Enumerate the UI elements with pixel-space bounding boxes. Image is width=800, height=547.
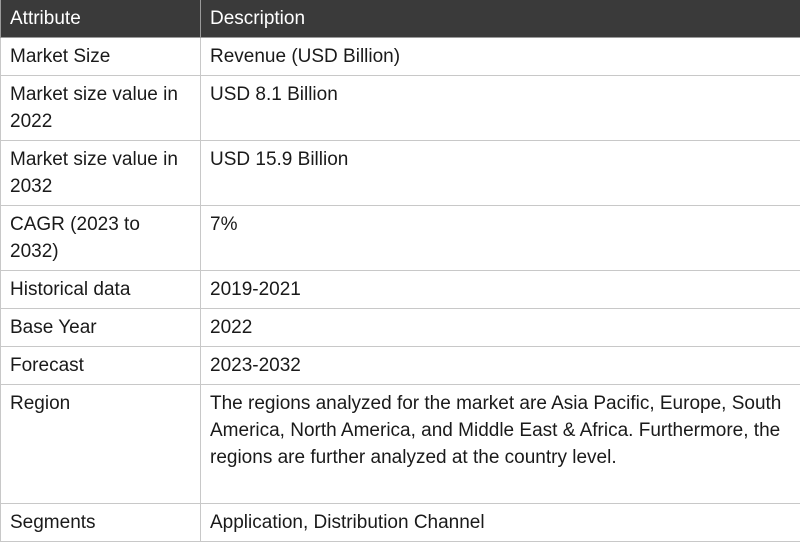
table-header-row: Attribute Description bbox=[0, 0, 800, 38]
description-cell: The regions analyzed for the market are … bbox=[200, 384, 800, 504]
table-row: Market Size Revenue (USD Billion) bbox=[0, 37, 800, 76]
table-row: Historical data 2019-2021 bbox=[0, 270, 800, 309]
description-cell: 7% bbox=[200, 205, 800, 271]
table-row: Region The regions analyzed for the mark… bbox=[0, 384, 800, 504]
attribute-cell: Market size value in 2022 bbox=[0, 75, 201, 141]
description-cell: Application, Distribution Channel bbox=[200, 503, 800, 542]
table-row: CAGR (2023 to 2032) 7% bbox=[0, 205, 800, 271]
attribute-cell: Region bbox=[0, 384, 201, 504]
table-row: Market size value in 2022 USD 8.1 Billio… bbox=[0, 75, 800, 141]
table-row: Base Year 2022 bbox=[0, 308, 800, 347]
attribute-cell: Base Year bbox=[0, 308, 201, 347]
header-description: Description bbox=[200, 0, 800, 38]
attribute-cell: Segments bbox=[0, 503, 201, 542]
header-attribute: Attribute bbox=[0, 0, 201, 38]
attribute-cell: Market size value in 2032 bbox=[0, 140, 201, 206]
description-cell: 2019-2021 bbox=[200, 270, 800, 309]
description-cell: 2023-2032 bbox=[200, 346, 800, 385]
attribute-description-table: Attribute Description Market Size Revenu… bbox=[0, 0, 800, 542]
description-cell: 2022 bbox=[200, 308, 800, 347]
description-cell: USD 15.9 Billion bbox=[200, 140, 800, 206]
attribute-cell: Market Size bbox=[0, 37, 201, 76]
attribute-cell: Historical data bbox=[0, 270, 201, 309]
table-row: Forecast 2023-2032 bbox=[0, 346, 800, 385]
table-row: Market size value in 2032 USD 15.9 Billi… bbox=[0, 140, 800, 206]
description-cell: USD 8.1 Billion bbox=[200, 75, 800, 141]
description-cell: Revenue (USD Billion) bbox=[200, 37, 800, 76]
table-row: Segments Application, Distribution Chann… bbox=[0, 503, 800, 542]
attribute-cell: CAGR (2023 to 2032) bbox=[0, 205, 201, 271]
attribute-cell: Forecast bbox=[0, 346, 201, 385]
